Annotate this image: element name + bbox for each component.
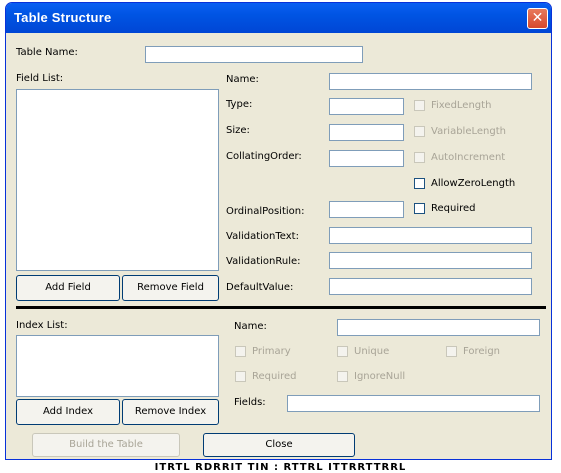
fixed-length-label: FixedLength	[431, 100, 492, 111]
index-name-label: Name:	[234, 321, 267, 332]
required-checkbox[interactable]	[414, 203, 425, 214]
build-table-button[interactable]: Build the Table	[32, 433, 180, 457]
primary-label: Primary	[252, 346, 291, 357]
add-index-button[interactable]: Add Index	[16, 399, 120, 425]
allow-zero-length-checkbox[interactable]	[414, 178, 425, 189]
validation-text-label: ValidationText:	[226, 231, 299, 242]
ordinal-position-label: OrdinalPosition:	[226, 206, 305, 217]
default-value-label: DefaultValue:	[226, 282, 294, 293]
validation-text-input[interactable]	[329, 227, 532, 244]
field-list[interactable]	[16, 89, 219, 271]
variable-length-label: VariableLength	[431, 126, 506, 137]
variable-length-checkbox[interactable]	[414, 126, 425, 137]
fixed-length-checkbox[interactable]	[414, 100, 425, 111]
default-value-input[interactable]	[329, 278, 532, 295]
close-window-button[interactable]: ✕	[527, 8, 548, 29]
foreign-checkbox[interactable]	[446, 346, 457, 357]
close-button[interactable]: Close	[203, 433, 355, 457]
index-name-input[interactable]	[337, 319, 540, 336]
close-icon: ✕	[531, 10, 544, 26]
ordinal-position-input[interactable]	[329, 201, 404, 218]
index-list-label: Index List:	[16, 320, 68, 331]
title-bar[interactable]: Table Structure ✕	[6, 3, 551, 33]
auto-increment-label: AutoIncrement	[431, 152, 506, 163]
ignore-null-checkbox[interactable]	[337, 371, 348, 382]
remove-index-button[interactable]: Remove Index	[122, 399, 219, 425]
table-name-label: Table Name:	[16, 47, 78, 58]
field-size-input[interactable]	[329, 124, 404, 141]
section-divider	[16, 306, 546, 309]
field-type-label: Type:	[226, 99, 253, 110]
auto-increment-checkbox[interactable]	[414, 152, 425, 163]
index-fields-label: Fields:	[234, 397, 266, 408]
remove-field-button[interactable]: Remove Field	[122, 275, 219, 301]
index-list[interactable]	[16, 335, 219, 397]
image-caption: ITRTL RDRRIT TIN : RTTRL ITTRRTTRRL	[154, 462, 407, 473]
dialog-body: Table Name: Field List: Add Field Remove…	[6, 33, 551, 459]
index-required-checkbox[interactable]	[235, 371, 246, 382]
validation-rule-label: ValidationRule:	[226, 256, 301, 267]
table-structure-dialog: Table Structure ✕ Table Name: Field List…	[5, 2, 552, 460]
collating-order-input[interactable]	[329, 150, 404, 167]
table-name-input[interactable]	[145, 46, 363, 63]
window-title: Table Structure	[14, 10, 112, 25]
index-fields-input[interactable]	[287, 395, 540, 412]
unique-checkbox[interactable]	[337, 346, 348, 357]
primary-checkbox[interactable]	[235, 346, 246, 357]
add-field-button[interactable]: Add Field	[16, 275, 120, 301]
ignore-null-label: IgnoreNull	[354, 371, 406, 382]
field-name-label: Name:	[226, 74, 259, 85]
validation-rule-input[interactable]	[329, 252, 532, 269]
required-label: Required	[431, 203, 476, 214]
index-required-label: Required	[252, 371, 297, 382]
unique-label: Unique	[354, 346, 390, 357]
field-size-label: Size:	[226, 125, 250, 136]
allow-zero-length-label: AllowZeroLength	[431, 178, 516, 189]
field-list-label: Field List:	[16, 73, 64, 84]
field-type-input[interactable]	[329, 98, 404, 115]
foreign-label: Foreign	[463, 346, 501, 357]
field-name-input[interactable]	[329, 73, 532, 90]
collating-order-label: CollatingOrder:	[226, 151, 302, 162]
